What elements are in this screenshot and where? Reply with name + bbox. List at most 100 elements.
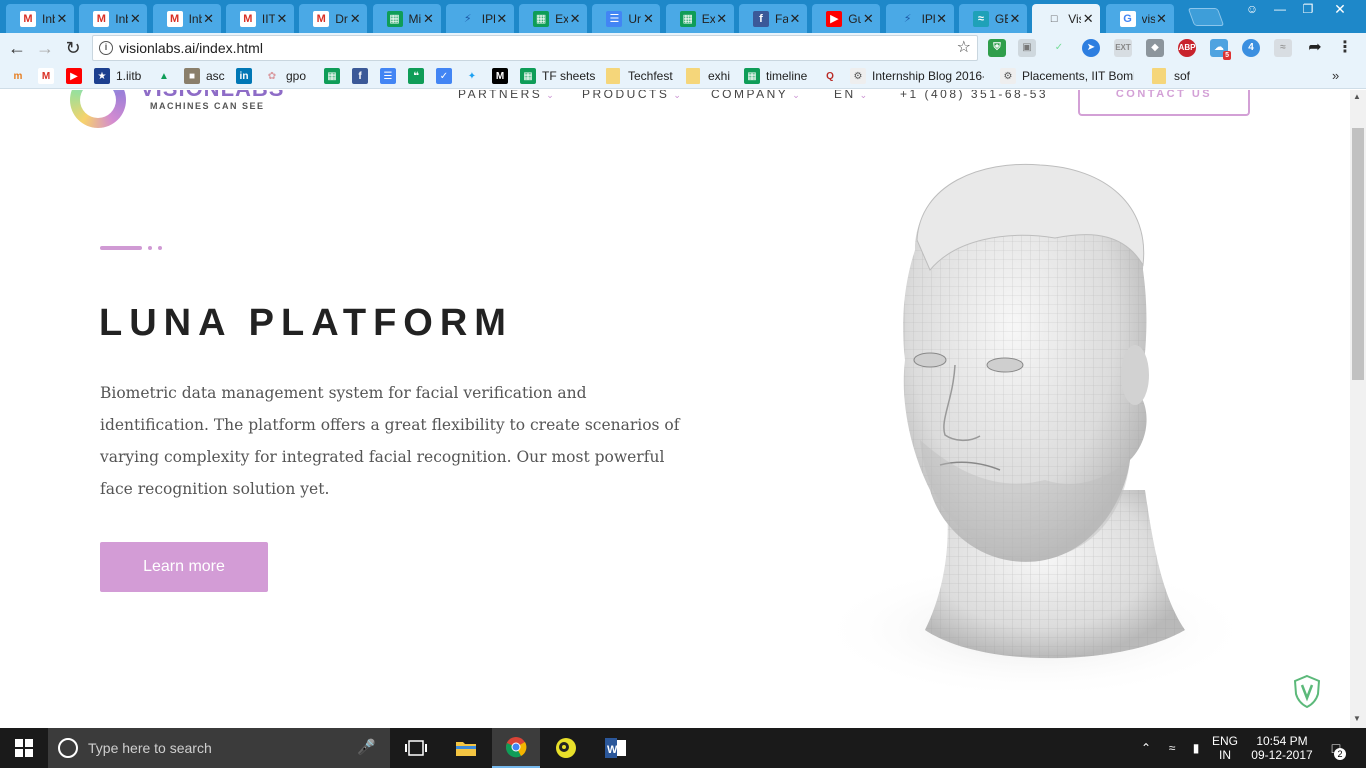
- browser-tab[interactable]: ▦ Mi ✕: [372, 4, 441, 33]
- windows-start-icon[interactable]: [0, 728, 48, 768]
- shield-extension-icon[interactable]: ⛨: [988, 39, 1006, 57]
- browser-tab[interactable]: ▦ Ex ✕: [519, 4, 588, 33]
- bookmark-item[interactable]: sof: [1152, 67, 1190, 85]
- browser-tab[interactable]: M Inb✕: [79, 4, 148, 33]
- bookmark-item[interactable]: ▲: [156, 67, 172, 85]
- tab-close-icon[interactable]: ✕: [1008, 11, 1022, 27]
- tab-close-icon[interactable]: ✕: [568, 11, 582, 27]
- browser-tab[interactable]: M IIT ✕: [225, 4, 294, 33]
- tab-close-icon[interactable]: ✕: [715, 11, 729, 27]
- file-explorer-icon[interactable]: [442, 728, 490, 768]
- nav-language[interactable]: EN ⌄: [834, 90, 870, 101]
- bookmark-item[interactable]: ▦: [324, 67, 340, 85]
- reload-button[interactable]: ↻: [62, 37, 84, 59]
- maximize-button[interactable]: ❐: [1294, 0, 1322, 18]
- tab-close-icon[interactable]: ✕: [1081, 11, 1095, 27]
- tab-close-icon[interactable]: ✕: [202, 11, 216, 27]
- bookmark-item[interactable]: ▦ timeline: [744, 67, 807, 85]
- browser-tab[interactable]: Gvis ✕: [1105, 4, 1174, 33]
- tab-close-icon[interactable]: ✕: [422, 11, 436, 27]
- bookmark-item[interactable]: ✦: [464, 67, 480, 85]
- bookmark-item[interactable]: ▦ TF sheets: [520, 67, 595, 85]
- forward-button[interactable]: →: [34, 37, 56, 59]
- bookmark-item[interactable]: ✓: [436, 67, 452, 85]
- tab-close-icon[interactable]: ✕: [861, 11, 875, 27]
- wifi-icon[interactable]: ≈: [1160, 728, 1184, 768]
- bookmark-item[interactable]: m: [10, 67, 26, 85]
- bookmark-item[interactable]: ■ asc: [184, 67, 225, 85]
- address-bar[interactable]: i visionlabs.ai/index.html ☆: [92, 35, 978, 61]
- phone-link[interactable]: +1 (408) 351-68-53: [900, 90, 1048, 101]
- page-scrollbar[interactable]: ▲ ▼: [1350, 90, 1366, 728]
- tab-close-icon[interactable]: ✕: [495, 11, 509, 27]
- adblock-plus-icon[interactable]: ABP: [1178, 39, 1196, 57]
- site-info-icon[interactable]: i: [99, 41, 113, 55]
- bookmark-item[interactable]: ▶: [66, 67, 82, 85]
- bookmark-item[interactable]: f: [352, 67, 368, 85]
- nav-partners[interactable]: PARTNERS ⌄: [458, 90, 556, 101]
- bookmark-item[interactable]: ❝: [408, 67, 424, 85]
- tab-close-icon[interactable]: ✕: [935, 11, 949, 27]
- browser-tab[interactable]: ≈ GE✕: [958, 4, 1027, 33]
- nav-products[interactable]: PRODUCTS ⌄: [582, 90, 683, 101]
- extension-grey-icon[interactable]: ▣: [1018, 39, 1036, 57]
- browser-tab[interactable]: ⚡ IPl ✕: [445, 4, 514, 33]
- task-view-icon[interactable]: [392, 728, 440, 768]
- browser-tab[interactable]: □ Vis✕: [1032, 4, 1101, 33]
- browser-tab[interactable]: M Dr ✕: [299, 4, 368, 33]
- new-tab-button[interactable]: [1187, 8, 1225, 26]
- bookmark-item[interactable]: M: [38, 67, 54, 85]
- bookmark-item[interactable]: in: [236, 67, 252, 85]
- puzzle-extension-icon[interactable]: ◆: [1146, 39, 1164, 57]
- tab-close-icon[interactable]: ✕: [348, 11, 362, 27]
- battery-icon[interactable]: ▮: [1184, 728, 1208, 768]
- contact-us-button[interactable]: CONTACT US: [1078, 90, 1250, 116]
- scrollbar-thumb[interactable]: [1352, 128, 1364, 380]
- nav-company[interactable]: COMPANY ⌄: [711, 90, 802, 101]
- action-center-icon[interactable]: □2: [1322, 728, 1350, 768]
- grey-extension-icon[interactable]: ≈: [1274, 39, 1292, 57]
- tray-chevron-up-icon[interactable]: ⌃: [1136, 728, 1156, 768]
- microphone-icon[interactable]: 🎤: [357, 728, 376, 768]
- bookmark-item[interactable]: ☰: [380, 67, 396, 85]
- bookmark-item[interactable]: ⚙ Placements, IIT Bomb: [1000, 67, 1134, 85]
- tab-close-icon[interactable]: ✕: [1155, 11, 1169, 27]
- compass-extension-icon[interactable]: ➤: [1082, 39, 1100, 57]
- word-taskbar-icon[interactable]: W: [592, 728, 640, 768]
- bookmark-item[interactable]: Techfest: [606, 67, 673, 85]
- bookmark-item[interactable]: M: [492, 67, 508, 85]
- visionlabs-logo-icon[interactable]: [70, 90, 126, 128]
- tab-close-icon[interactable]: ✕: [275, 11, 289, 27]
- check-extension-icon[interactable]: ✓: [1050, 39, 1068, 57]
- app-taskbar-icon[interactable]: [542, 728, 590, 768]
- browser-tab[interactable]: M Inb✕: [6, 4, 74, 33]
- more-bookmarks-icon[interactable]: »: [1332, 68, 1339, 83]
- bookmark-item[interactable]: ⚙ Internship Blog 2016-: [850, 67, 984, 85]
- learn-more-button[interactable]: Learn more: [100, 542, 268, 592]
- bookmark-star-icon[interactable]: ☆: [957, 36, 971, 60]
- browser-tab[interactable]: M Inb✕: [152, 4, 221, 33]
- taskbar-search-input[interactable]: Type here to search 🎤: [48, 728, 390, 768]
- close-window-button[interactable]: ✕: [1326, 0, 1354, 18]
- shield-badge-icon[interactable]: [1292, 674, 1322, 708]
- chrome-taskbar-icon[interactable]: [492, 728, 540, 768]
- tab-close-icon[interactable]: ✕: [128, 11, 142, 27]
- scroll-down-icon[interactable]: ▼: [1353, 714, 1361, 723]
- chrome-menu-icon[interactable]: ⋮: [1336, 39, 1354, 57]
- minimize-button[interactable]: —: [1266, 0, 1294, 18]
- browser-tab[interactable]: f Fa ✕: [739, 4, 807, 33]
- browser-tab[interactable]: ⚡ IPl ✕: [885, 4, 954, 33]
- tab-close-icon[interactable]: ✕: [641, 11, 655, 27]
- bookmark-item[interactable]: Q: [822, 67, 838, 85]
- browser-tab[interactable]: ▦ Ex ✕: [665, 4, 734, 33]
- tab-close-icon[interactable]: ✕: [55, 11, 69, 27]
- weather-extension-icon[interactable]: ☁ 5: [1210, 39, 1231, 60]
- bookmark-item[interactable]: ★ 1.iitb: [94, 67, 141, 85]
- scroll-up-icon[interactable]: ▲: [1353, 92, 1361, 101]
- profile-icon[interactable]: ☺: [1238, 0, 1266, 18]
- browser-tab[interactable]: ☰ Ur ✕: [592, 4, 661, 33]
- back-button[interactable]: ←: [6, 37, 28, 59]
- language-indicator[interactable]: ENG IN: [1208, 728, 1242, 768]
- bookmark-item[interactable]: exhi: [686, 67, 730, 85]
- bookmark-item[interactable]: ✿ gpo: [264, 67, 306, 85]
